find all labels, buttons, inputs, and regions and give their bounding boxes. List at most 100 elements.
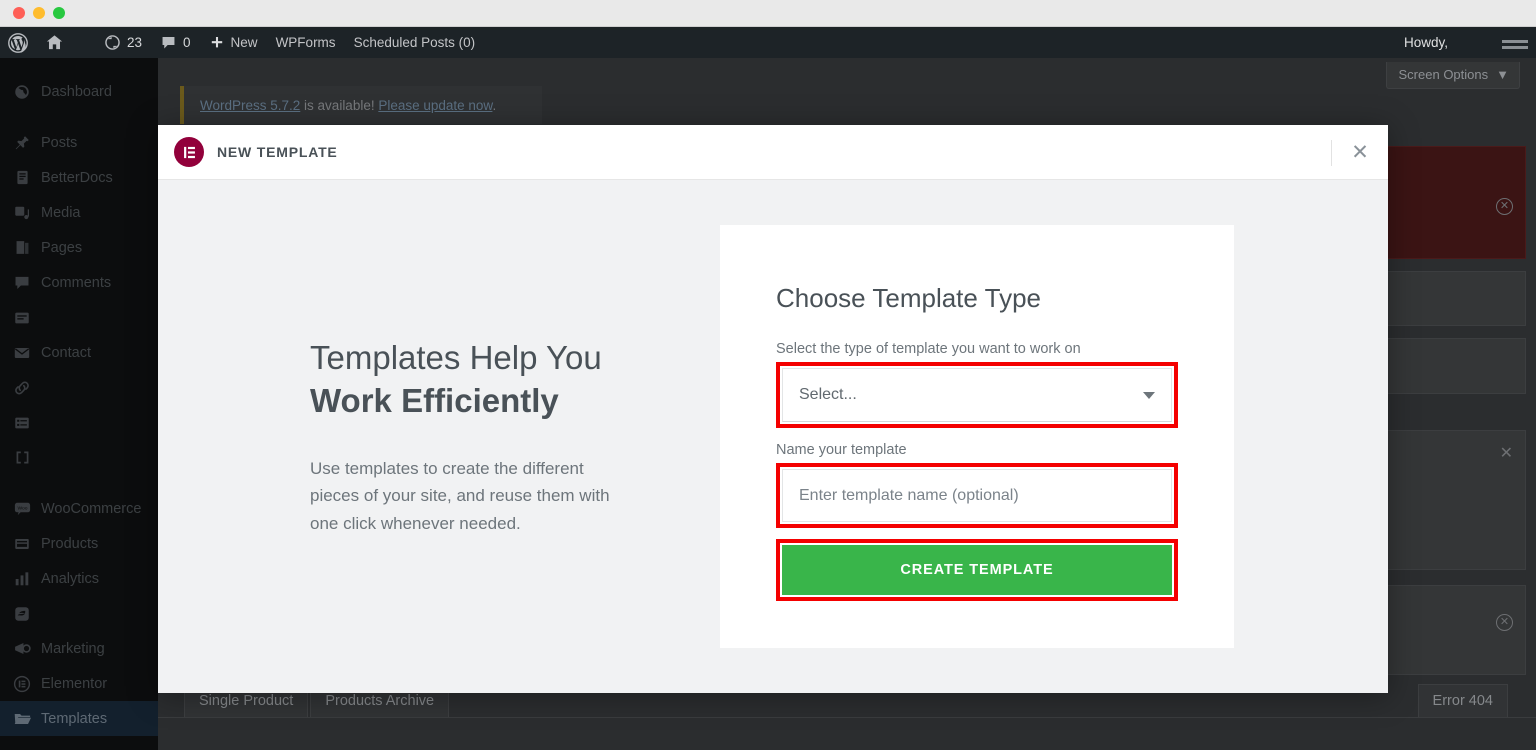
products-icon [8,535,36,553]
window-titlebar [0,0,1536,27]
sidebar-item-label: BetterDocs [41,169,113,186]
template-type-select[interactable]: Select... [782,368,1172,422]
sidebar-item-label: Pages [41,239,83,256]
adminbar-wpforms[interactable]: WPForms [267,27,345,58]
adminbar-new-label: New [230,35,258,50]
adminbar-scheduled-posts[interactable]: Scheduled Posts (0) [345,27,485,58]
template-name-highlight: Enter template name (optional) [776,463,1178,528]
close-icon[interactable]: ✕ [1500,443,1513,463]
sidebar-item-label: Analytics [41,570,100,587]
plus-icon [211,36,222,47]
adminbar-menu-line-1 [1502,40,1528,43]
pin-icon [8,134,36,152]
screen-options-button[interactable]: Screen Options ▼ [1385,62,1520,89]
wordpress-logo-icon[interactable] [0,27,36,58]
screen-options-label: Screen Options [1398,67,1489,82]
media-icon [8,204,36,222]
template-name-placeholder: Enter template name (optional) [799,486,1019,504]
analytics-icon [8,570,36,588]
modal-body: Templates Help You Work Efficiently Use … [158,180,1388,693]
sidebar-item-comments[interactable]: Comments [0,265,158,300]
envelope-icon [8,344,36,362]
wp-admin-bar: 23 0 New WPForms Scheduled Posts (0) How… [0,27,1536,58]
site-home-icon[interactable] [36,27,73,58]
dismiss-icon[interactable]: ✕ [1496,614,1513,631]
update-now-link[interactable]: Please update now [378,98,492,113]
template-type-highlight: Select... [776,362,1178,428]
modal-intro-panel: Templates Help You Work Efficiently Use … [158,336,720,538]
template-name-label: Name your template [776,442,907,458]
sidebar-item-betterdocs[interactable]: BetterDocs [0,160,158,195]
sidebar-item-analytics[interactable]: Analytics [0,561,158,596]
sidebar-spacer-top [0,58,158,74]
close-icon[interactable]: ✕ [1332,125,1388,180]
woocommerce-icon: Woo [8,499,36,518]
list-icon [8,414,36,432]
template-name-input[interactable]: Enter template name (optional) [782,469,1172,522]
sidebar-item-list[interactable] [0,405,158,440]
updates-count: 23 [127,35,143,50]
comments-icon [162,36,175,49]
sidebar-item-posts[interactable]: Posts [0,125,158,160]
modal-title: NEW TEMPLATE [217,144,338,160]
adminbar-scheduled-label: Scheduled Posts (0) [353,35,476,50]
sidebar-item-woocommerce[interactable]: Woo WooCommerce [0,491,158,526]
template-type-card: Choose Template Type Select the type of … [720,225,1234,648]
tab-error-404[interactable]: Error 404 [1417,684,1508,717]
svg-text:Woo: Woo [17,505,27,511]
intro-headline-line2: Work Efficiently [310,382,559,420]
sidebar-item-label: Contact [41,344,91,361]
adminbar-new[interactable]: New [200,27,267,58]
bracket-icon [8,449,36,466]
create-template-button[interactable]: CREATE TEMPLATE [782,545,1172,595]
wp-admin-sidebar: Dashboard Posts BetterDocs Media Pages C… [0,58,158,750]
link-icon [8,379,36,397]
sidebar-item-leaf[interactable] [0,596,158,631]
sidebar-item-elementor[interactable]: Elementor [0,666,158,701]
minimize-window-button[interactable] [33,7,45,19]
sidebar-item-label: WooCommerce [41,500,142,517]
create-template-highlight: CREATE TEMPLATE [776,539,1178,601]
update-notice-period: . [492,97,497,113]
sidebar-item-contact[interactable]: Contact [0,335,158,370]
sidebar-item-dashboard[interactable]: Dashboard [0,74,158,109]
dashboard-icon [8,83,36,101]
sidebar-item-forms[interactable] [0,300,158,335]
maximize-window-button[interactable] [53,7,65,19]
dismiss-icon[interactable]: ✕ [1496,198,1513,215]
sidebar-item-links[interactable] [0,370,158,405]
traffic-lights [13,7,65,19]
adminbar-comments[interactable]: 0 [151,27,200,58]
elementor-logo-icon [174,137,204,167]
sidebar-item-label: Elementor [41,675,108,692]
close-window-button[interactable] [13,7,25,19]
comments-icon [8,274,36,292]
sidebar-item-marketing[interactable]: Marketing [0,631,158,666]
updates-icon [105,35,120,50]
wp-version-link[interactable]: WordPress 5.7.2 [200,98,300,113]
sidebar-item-templates[interactable]: Templates [0,701,158,736]
intro-description: Use templates to create the different pi… [310,458,610,533]
sidebar-item-label: Templates [41,710,108,727]
adminbar-wpforms-label: WPForms [275,35,336,50]
template-type-label: Select the type of template you want to … [776,341,1081,357]
sidebar-item-pages[interactable]: Pages [0,230,158,265]
folder-icon [8,709,36,728]
forms-icon [8,309,36,327]
sidebar-item-label: Marketing [41,640,105,657]
chevron-down-icon: ▼ [1496,67,1509,82]
sidebar-item-products[interactable]: Products [0,526,158,561]
pages-icon [8,239,36,256]
megaphone-icon [8,639,36,658]
modal-close-area: ✕ [1331,125,1388,180]
sidebar-item-bracket[interactable] [0,440,158,475]
sidebar-item-label: Posts [41,134,78,151]
template-type-value: Select... [799,386,857,403]
leaf-icon [8,605,36,623]
sidebar-item-media[interactable]: Media [0,195,158,230]
update-notice-middle: is available! [300,97,379,113]
modal-header: NEW TEMPLATE ✕ [158,125,1388,180]
adminbar-updates[interactable]: 23 [95,27,151,58]
new-template-modal: NEW TEMPLATE ✕ Templates Help You Work E… [158,125,1388,693]
